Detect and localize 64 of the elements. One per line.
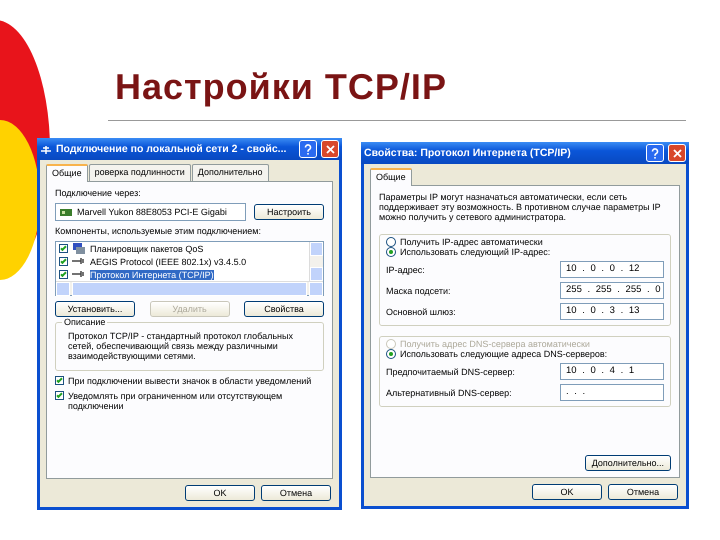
close-icon bbox=[672, 148, 682, 158]
help-icon bbox=[304, 144, 312, 154]
ip-address-field[interactable]: 10 . 0 . 4 . 1 bbox=[560, 363, 664, 380]
radio-label: Использовать следующие адреса DNS-серверов: bbox=[400, 349, 608, 359]
checkbox[interactable] bbox=[55, 391, 64, 400]
field-label: Маска подсети: bbox=[386, 286, 451, 296]
ip-address-field[interactable]: 10 . 0 . 3 . 13 bbox=[560, 303, 664, 320]
adapter-name: Marvell Yukon 88E8053 PCI-E Gigabi bbox=[77, 207, 227, 217]
tab[interactable]: роверка подлинности bbox=[88, 164, 191, 181]
help-icon bbox=[651, 148, 659, 158]
field-label: Подключение через: bbox=[55, 188, 142, 198]
intro-text: Параметры IP могут назначаться автоматически, если сеть поддерживает эту возможность. В противном случае параметры IP можно получить у сетевого администратора. bbox=[379, 192, 662, 222]
ip-address-field[interactable]: 255 . 255 . 255 . 0 bbox=[560, 282, 664, 299]
close-button[interactable] bbox=[668, 144, 686, 162]
window-title: Подключение по локальной сети 2 - свойс... bbox=[56, 143, 288, 155]
checkbox[interactable] bbox=[59, 270, 68, 279]
close-button[interactable] bbox=[321, 140, 339, 158]
install-button[interactable]: Установить... bbox=[55, 301, 135, 317]
scheduler-icon bbox=[72, 243, 86, 254]
tab[interactable]: Общие bbox=[46, 164, 88, 182]
configure-button[interactable]: Настроить bbox=[254, 204, 324, 220]
network-plug-icon bbox=[72, 256, 86, 267]
field-label: Предпочитаемый DNS-сервер: bbox=[386, 366, 515, 376]
horizontal-scrollbar[interactable] bbox=[56, 281, 323, 295]
radio-label: Получить IP-адрес автоматически bbox=[400, 237, 543, 247]
cancel-button[interactable]: Отмена bbox=[608, 484, 678, 500]
advanced-button[interactable]: Дополнительно... bbox=[584, 455, 671, 471]
help-button[interactable] bbox=[646, 144, 664, 162]
checkbox[interactable] bbox=[55, 376, 64, 385]
slide-title: Настройки TCP/IP bbox=[115, 66, 447, 108]
window-title: Свойства: Протокол Интернета (TCP/IP) bbox=[364, 147, 572, 159]
checkbox[interactable] bbox=[59, 257, 68, 266]
components-list[interactable]: Планировщик пакетов QoS AEGIS Protocol (IEEE 802.1x) v3.4.5.0 Протокол Интернета (TCP/IP) bbox=[55, 241, 324, 296]
list-item[interactable]: Планировщик пакетов QoS bbox=[90, 244, 204, 254]
radio-label: Получить адрес DNS-сервера автоматически bbox=[400, 339, 590, 349]
network-card-icon bbox=[60, 208, 72, 216]
group-legend: Описание bbox=[62, 317, 108, 327]
ok-button[interactable]: OK bbox=[185, 485, 255, 501]
tab[interactable]: Дополнительно bbox=[192, 164, 269, 181]
checkbox-label: Уведомлять при ограниченном или отсутствующем подключении bbox=[68, 391, 284, 411]
properties-button[interactable]: Свойства bbox=[244, 301, 324, 317]
close-icon bbox=[326, 144, 334, 154]
checkbox-label: При подключении вывести значок в области уведомлений bbox=[68, 376, 312, 386]
field-label: Альтернативный DNS-сервер: bbox=[386, 388, 512, 398]
field-label: Компоненты, используемые этим подключением: bbox=[55, 226, 262, 236]
radio-button[interactable] bbox=[386, 349, 396, 359]
checkbox[interactable] bbox=[59, 244, 68, 253]
network-icon bbox=[40, 143, 52, 155]
list-item[interactable]: Протокол Интернета (TCP/IP) bbox=[90, 270, 214, 280]
tab[interactable]: Общие bbox=[370, 168, 412, 186]
network-plug-icon bbox=[72, 269, 86, 280]
ip-address-field[interactable]: . . . bbox=[560, 384, 664, 401]
description-text: Протокол TCP/IP - стандартный протокол глобальных сетей, обеспечивающий связь между различными взаимодействующими сетями. bbox=[67, 331, 294, 363]
ip-address-field[interactable]: 10 . 0 . 0 . 12 bbox=[560, 261, 664, 278]
field-label: Основной шлюз: bbox=[386, 306, 456, 316]
vertical-scrollbar[interactable] bbox=[309, 242, 323, 281]
radio-label: Использовать следующий IP-адрес: bbox=[400, 247, 550, 257]
cancel-button[interactable]: Отмена bbox=[261, 485, 331, 501]
list-item[interactable]: AEGIS Protocol (IEEE 802.1x) v3.4.5.0 bbox=[90, 256, 246, 266]
radio-button[interactable] bbox=[386, 237, 396, 247]
field-label: IP-адрес: bbox=[386, 264, 425, 274]
ok-button[interactable]: OK bbox=[532, 484, 602, 500]
help-button[interactable] bbox=[299, 140, 317, 158]
radio-button[interactable] bbox=[386, 247, 396, 257]
